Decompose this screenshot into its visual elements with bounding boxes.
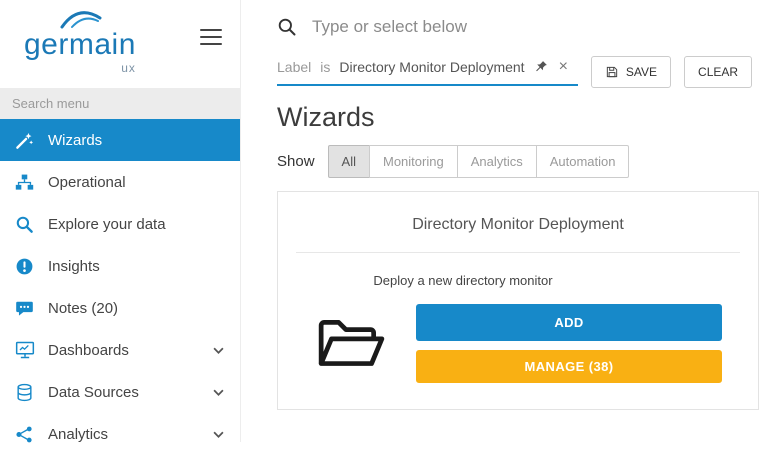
sidebar-item-wizards[interactable]: Wizards xyxy=(0,119,240,161)
open-folder-icon xyxy=(316,316,386,372)
save-floppy-icon xyxy=(605,65,619,79)
add-button[interactable]: ADD xyxy=(416,304,722,341)
sidebar-item-label: Dashboards xyxy=(48,342,129,359)
sidebar-item-label: Wizards xyxy=(48,132,102,149)
sidebar-item-label: Explore your data xyxy=(48,216,166,233)
main-content: Label is Directory Monitor Deployment × … xyxy=(242,0,761,442)
sidebar-item-label: Analytics xyxy=(48,426,108,443)
sidebar-item-label: Data Sources xyxy=(48,384,139,401)
brand-name: germain xyxy=(24,30,136,60)
search-icon xyxy=(277,17,297,37)
page-title: Wizards xyxy=(277,102,761,133)
monitor-chart-icon xyxy=(14,340,35,361)
magic-wand-icon xyxy=(14,130,35,151)
top-search-bar xyxy=(262,0,761,54)
network-nodes-icon xyxy=(14,424,35,445)
logo-swoosh-icon xyxy=(58,10,104,30)
alert-circle-icon xyxy=(14,256,35,277)
germain-ux-logo[interactable]: germain ux xyxy=(24,10,136,75)
pin-icon[interactable] xyxy=(534,60,548,74)
database-icon xyxy=(14,382,35,403)
sidebar: germain ux Wizards Operational Explore y… xyxy=(0,0,241,442)
filter-chip-label[interactable]: Label is Directory Monitor Deployment × xyxy=(277,56,578,86)
sidebar-nav: Wizards Operational Explore your data In… xyxy=(0,119,240,455)
search-icon xyxy=(14,214,35,235)
brand-subtitle: ux xyxy=(24,61,136,75)
sidebar-item-operational[interactable]: Operational xyxy=(0,161,240,203)
card-title: Directory Monitor Deployment xyxy=(296,210,740,252)
card-actions: ADD MANAGE (38) xyxy=(416,304,722,383)
sidebar-item-label: Operational xyxy=(48,174,126,191)
save-button[interactable]: SAVE xyxy=(591,56,671,88)
filter-field: Label xyxy=(277,59,311,75)
show-filter-row: Show All Monitoring Analytics Automation xyxy=(277,145,761,178)
filter-value: Directory Monitor Deployment xyxy=(339,59,524,75)
card-body: ADD MANAGE (38) xyxy=(296,304,740,383)
top-search-input[interactable] xyxy=(312,17,751,37)
tab-monitoring[interactable]: Monitoring xyxy=(369,145,458,178)
show-label: Show xyxy=(277,153,315,170)
logo-row: germain ux xyxy=(0,0,240,88)
wizard-card: Directory Monitor Deployment Deploy a ne… xyxy=(277,191,759,410)
sitemap-icon xyxy=(14,172,35,193)
speech-bubble-icon xyxy=(14,298,35,319)
sidebar-item-data-sources[interactable]: Data Sources xyxy=(0,371,240,413)
sidebar-item-notes[interactable]: Notes (20) xyxy=(0,287,240,329)
filter-operator: is xyxy=(320,59,330,75)
sidebar-item-explore-your-data[interactable]: Explore your data xyxy=(0,203,240,245)
tab-all[interactable]: All xyxy=(328,145,370,178)
chevron-down-icon xyxy=(213,431,224,438)
card-divider xyxy=(296,252,740,253)
manage-button[interactable]: MANAGE (38) xyxy=(416,350,722,383)
sidebar-item-dashboards[interactable]: Dashboards xyxy=(0,329,240,371)
chevron-down-icon xyxy=(213,347,224,354)
sidebar-item-analytics[interactable]: Analytics xyxy=(0,413,240,455)
sidebar-item-label: Insights xyxy=(48,258,100,275)
clear-button[interactable]: CLEAR xyxy=(684,56,752,88)
sidebar-item-label: Notes (20) xyxy=(48,300,118,317)
tab-analytics[interactable]: Analytics xyxy=(457,145,537,178)
clear-button-label: CLEAR xyxy=(698,65,738,79)
sidebar-search-input[interactable] xyxy=(0,88,240,119)
category-tabs: All Monitoring Analytics Automation xyxy=(328,145,630,178)
hamburger-menu-icon[interactable] xyxy=(200,24,222,50)
card-description: Deploy a new directory monitor xyxy=(296,273,630,288)
filter-row: Label is Directory Monitor Deployment × … xyxy=(277,56,761,88)
chevron-down-icon xyxy=(213,389,224,396)
save-button-label: SAVE xyxy=(626,65,657,79)
tab-automation[interactable]: Automation xyxy=(536,145,630,178)
sidebar-item-insights[interactable]: Insights xyxy=(0,245,240,287)
close-icon[interactable]: × xyxy=(557,59,570,75)
